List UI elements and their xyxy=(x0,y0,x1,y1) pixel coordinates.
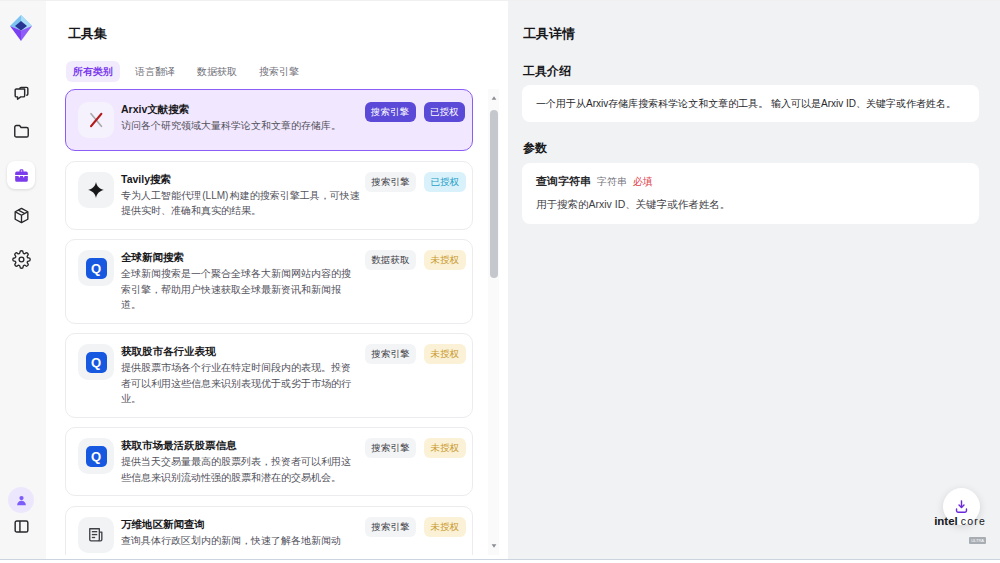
param-required-badge: 必填 xyxy=(633,175,653,188)
sidebar-item-folder[interactable] xyxy=(7,117,35,145)
intro-text: 一个用于从Arxiv存储库搜索科学论文和文章的工具。 输入可以是Arxiv ID… xyxy=(536,98,956,109)
category-badge: 搜索引擎 xyxy=(365,438,416,458)
gear-icon xyxy=(12,250,31,269)
intro-card: 一个用于从Arxiv存储库搜索科学论文和文章的工具。 输入可以是Arxiv ID… xyxy=(522,85,979,122)
tool-card-2[interactable]: Q全球新闻搜索全球新闻搜索是一个聚合全球各大新闻网站内容的搜索引擎，帮助用户快速… xyxy=(65,239,473,324)
tool-card-0[interactable]: Arxiv文献搜索访问各个研究领域大量科学论文和文章的存储库。搜索引擎已授权 xyxy=(65,89,473,151)
param-type: 字符串 xyxy=(597,175,627,188)
tool-card-5[interactable]: 万维地区新闻查询查询具体行政区划内的新闻，快速了解各地新闻动搜索引擎未授权 xyxy=(65,506,473,556)
news-q-logo-icon: Q xyxy=(78,250,114,286)
tool-card-1[interactable]: Tavily搜索专为人工智能代理 (LLM) 构建的搜索引擎工具，可快速提供实时… xyxy=(65,161,473,230)
window-bottom-edge xyxy=(0,559,1000,563)
brand-intel: intel xyxy=(934,515,958,527)
tool-card-4[interactable]: Q获取市场最活跃股票信息提供当天交易量最高的股票列表，投资者可以利用这些信息来识… xyxy=(65,427,473,496)
sidebar-item-toolbox[interactable] xyxy=(7,161,35,189)
panel-toggle-icon[interactable] xyxy=(7,512,35,540)
category-badge: 搜索引擎 xyxy=(365,172,416,192)
sidebar-item-box[interactable] xyxy=(7,201,35,229)
param-description: 用于搜索的Arxiv ID、关键字或作者姓名。 xyxy=(536,197,965,212)
tab-2[interactable]: 数据获取 xyxy=(190,61,244,82)
list-scrollbar[interactable] xyxy=(488,89,499,555)
auth-badge: 未授权 xyxy=(424,438,466,458)
tool-description: 提供股票市场各个行业在特定时间段内的表现。投资者可以利用这些信息来识别表现优于或… xyxy=(121,360,360,407)
badges: 搜索引擎未授权 xyxy=(365,344,466,364)
badges: 搜索引擎未授权 xyxy=(365,438,466,458)
auth-badge: 未授权 xyxy=(424,517,466,537)
app-window: 工具集 所有类别语言翻译数据获取搜索引擎 Arxiv文献搜索访问各个研究领域大量… xyxy=(0,0,1000,559)
tavily-star-icon xyxy=(78,172,114,208)
scroll-down-icon[interactable] xyxy=(491,543,497,549)
param-card: 查询字符串 字符串 必填 用于搜索的Arxiv ID、关键字或作者姓名。 xyxy=(522,163,979,224)
sidebar-item-chat[interactable] xyxy=(7,80,35,108)
intel-core-logo: intel core ULTRA xyxy=(922,515,986,546)
sidebar xyxy=(0,1,46,559)
tab-1[interactable]: 语言翻译 xyxy=(128,61,182,82)
tool-card-3[interactable]: Q获取股市各行业表现提供股票市场各个行业在特定时间段内的表现。投资者可以利用这些… xyxy=(65,333,473,418)
auth-badge: 未授权 xyxy=(424,344,466,364)
scrollbar-thumb[interactable] xyxy=(490,110,498,278)
scroll-up-icon[interactable] xyxy=(491,95,497,101)
tool-description: 全球新闻搜索是一个聚合全球各大新闻网站内容的搜索引擎，帮助用户快速获取全球最新资… xyxy=(121,266,360,313)
category-badge: 搜索引擎 xyxy=(365,517,416,537)
brand-core: core xyxy=(961,515,986,527)
tab-0[interactable]: 所有类别 xyxy=(66,61,120,82)
badges: 搜索引擎未授权 xyxy=(365,517,466,537)
tool-description: 专为人工智能代理 (LLM) 构建的搜索引擎工具，可快速提供实时、准确和真实的结… xyxy=(121,188,360,219)
auth-badge: 已授权 xyxy=(424,102,466,122)
user-avatar[interactable] xyxy=(8,487,34,513)
tab-3[interactable]: 搜索引擎 xyxy=(252,61,306,82)
badges: 数据获取未授权 xyxy=(365,250,466,270)
badges: 搜索引擎已授权 xyxy=(365,172,466,192)
folder-icon xyxy=(12,122,31,141)
arxiv-logo-icon xyxy=(78,102,114,138)
newspaper-icon xyxy=(78,517,114,553)
auth-badge: 未授权 xyxy=(424,250,466,270)
news-q-logo-icon: Q xyxy=(78,438,114,474)
tool-description: 提供当天交易量最高的股票列表，投资者可以利用这些信息来识别流动性强的股票和潜在的… xyxy=(121,454,360,485)
category-badge: 搜索引擎 xyxy=(365,102,416,122)
download-icon xyxy=(953,498,970,515)
chat-icon xyxy=(12,85,31,104)
category-tabs: 所有类别语言翻译数据获取搜索引擎 xyxy=(66,61,306,82)
auth-badge: 已授权 xyxy=(424,172,466,192)
news-q-logo-icon: Q xyxy=(78,344,114,380)
page-title: 工具集 xyxy=(68,25,107,43)
detail-title: 工具详情 xyxy=(523,27,979,41)
intro-heading: 工具介绍 xyxy=(523,65,979,78)
tools-list-panel: 工具集 所有类别语言翻译数据获取搜索引擎 Arxiv文献搜索访问各个研究领域大量… xyxy=(46,1,508,559)
sidebar-item-settings[interactable] xyxy=(7,245,35,273)
toolbox-icon xyxy=(12,166,31,185)
params-heading: 参数 xyxy=(523,142,979,155)
tool-detail-panel: 工具详情 工具介绍 一个用于从Arxiv存储库搜索科学论文和文章的工具。 输入可… xyxy=(508,1,1000,559)
tool-description: 查询具体行政区划内的新闻，快速了解各地新闻动 xyxy=(121,533,360,549)
app-logo-icon[interactable] xyxy=(6,13,36,43)
tool-description: 访问各个研究领域大量科学论文和文章的存储库。 xyxy=(121,118,360,134)
category-badge: 搜索引擎 xyxy=(365,344,416,364)
category-badge: 数据获取 xyxy=(365,250,416,270)
box-icon xyxy=(12,206,31,225)
tools-list: Arxiv文献搜索访问各个研究领域大量科学论文和文章的存储库。搜索引擎已授权 Ta… xyxy=(65,89,473,555)
badges: 搜索引擎已授权 xyxy=(365,102,466,122)
brand-badge: ULTRA xyxy=(969,537,986,544)
param-name: 查询字符串 xyxy=(536,175,591,188)
